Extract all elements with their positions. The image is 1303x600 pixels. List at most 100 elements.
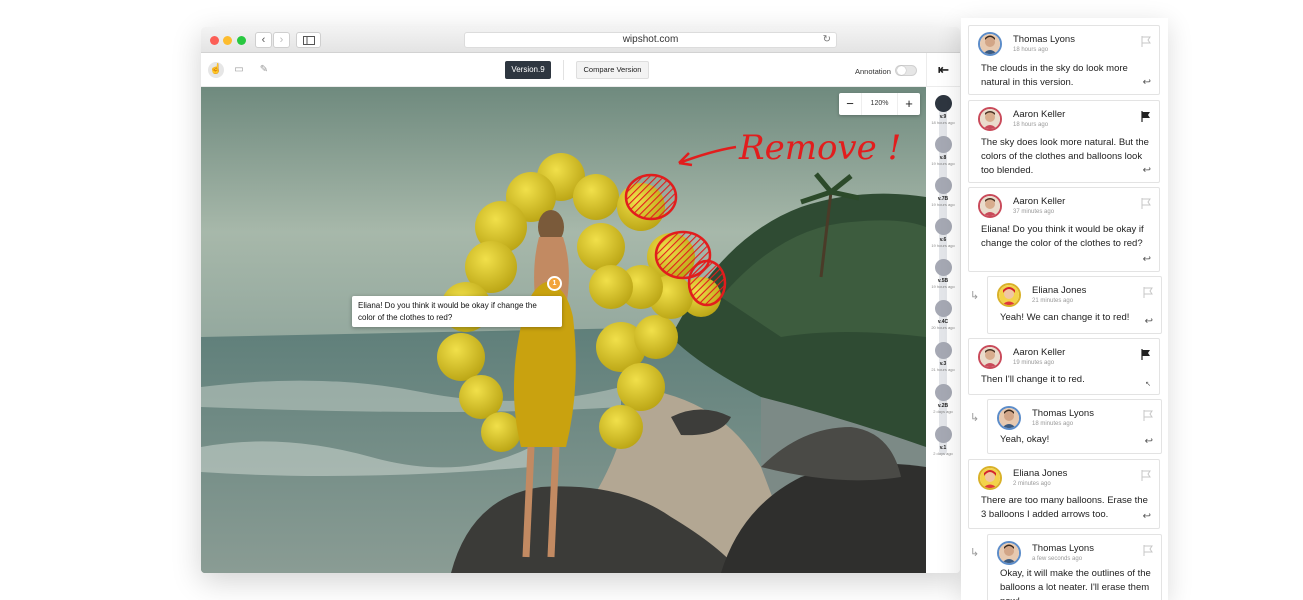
reply-card: Thomas Lyons 18 minutes ago Yeah, okay! … <box>987 399 1162 454</box>
flag-filled-icon[interactable] <box>1141 349 1151 360</box>
flag-outline-icon[interactable] <box>1143 545 1153 556</box>
comments-panel: Thomas Lyons 18 hours ago The clouds in … <box>961 18 1168 600</box>
comment-text: The sky does look more natural. But the … <box>981 137 1149 176</box>
version-item[interactable]: v.9 18 hours ago <box>926 95 960 125</box>
flag-outline-icon[interactable] <box>1141 36 1151 47</box>
comment-time: 2 minutes ago <box>1013 481 1051 487</box>
compare-version-button[interactable]: Compare Version <box>576 61 649 79</box>
reply-icon[interactable]: ↩ <box>1143 165 1151 176</box>
avatar <box>997 283 1021 307</box>
reload-icon[interactable]: ↻ <box>823 33 831 47</box>
reply-icon[interactable]: ↩ <box>1145 436 1153 447</box>
annotation-label: Annotation <box>855 67 891 76</box>
version-item[interactable]: v.3 21 hours ago <box>926 342 960 372</box>
version-item[interactable]: v.7B 19 hours ago <box>926 177 960 207</box>
minimize-window-button[interactable] <box>223 36 232 45</box>
zoom-control: − 120% + <box>839 93 920 115</box>
avatar <box>978 466 1002 490</box>
collapse-panel-icon[interactable]: ⇤ <box>926 53 960 87</box>
maximize-window-button[interactable] <box>237 36 246 45</box>
version-item[interactable]: v.8 19 hours ago <box>926 136 960 166</box>
comment-pin[interactable]: 1 <box>547 276 562 291</box>
comment-card: Thomas Lyons 18 hours ago The clouds in … <box>968 25 1160 95</box>
reply-icon[interactable]: ↩ <box>1145 316 1153 327</box>
toggle-knob <box>897 66 906 75</box>
comment-time: a few seconds ago <box>1032 556 1083 562</box>
annotation-toggle[interactable] <box>895 65 917 76</box>
avatar <box>978 32 1002 56</box>
close-window-button[interactable] <box>210 36 219 45</box>
flag-outline-icon[interactable] <box>1141 470 1151 481</box>
image-canvas[interactable]: Remove ! − 120% + 1 Eliana! Do you think… <box>201 87 926 573</box>
version-time: 20 hours ago <box>931 325 955 330</box>
comment-tool-icon[interactable]: ▭ <box>231 62 247 78</box>
brush-tool-icon[interactable]: ✎ <box>256 62 272 78</box>
version-item[interactable]: v.4C 20 hours ago <box>926 300 960 330</box>
version-item[interactable]: v.2B 2 days ago <box>926 384 960 414</box>
comment-card: Aaron Keller 37 minutes ago Eliana! Do y… <box>968 187 1160 272</box>
version-dot <box>934 384 952 401</box>
flag-outline-icon[interactable] <box>1143 410 1153 421</box>
zoom-in-button[interactable]: + <box>898 93 920 115</box>
comment-text: There are too many balloons. Erase the 3… <box>981 495 1148 520</box>
version-item[interactable]: v.5B 19 hours ago <box>926 259 960 289</box>
comment-author: Aaron Keller <box>1013 347 1066 358</box>
version-button[interactable]: Version.9 <box>505 61 551 79</box>
comment-author: Eliana Jones <box>1032 285 1087 296</box>
forward-button[interactable]: › <box>273 32 290 48</box>
pointer-tool-icon[interactable]: ☝ <box>208 62 224 78</box>
reply-card: Thomas Lyons a few seconds ago Okay, it … <box>987 534 1162 600</box>
flag-filled-icon[interactable] <box>1141 111 1151 122</box>
avatar <box>997 541 1021 565</box>
version-time: 19 hours ago <box>931 284 955 289</box>
url-text: wipshot.com <box>622 34 679 45</box>
comment-card: Aaron Keller 18 hours ago The sky does l… <box>968 100 1160 183</box>
comment-time: 18 minutes ago <box>1032 421 1074 427</box>
comment-text: Then I'll change it to red. <box>981 374 1085 385</box>
comment-time: 37 minutes ago <box>1013 209 1055 215</box>
sidebar-icon <box>303 36 315 45</box>
comment-text: Okay, it will make the outlines of the b… <box>1000 568 1151 600</box>
version-dot <box>934 342 952 359</box>
browser-window: ‹ › wipshot.com ↻ ☝ ▭ ✎ Version.9 Compar… <box>201 27 960 573</box>
comment-text: Yeah! We can change it to red! <box>1000 312 1130 323</box>
back-button[interactable]: ‹ <box>255 32 272 48</box>
reply-icon[interactable]: ↩ <box>1143 254 1151 265</box>
version-time: 2 days ago <box>933 451 953 456</box>
comment-author: Thomas Lyons <box>1013 34 1075 45</box>
version-item[interactable]: v.1 2 days ago <box>926 426 960 456</box>
comment-author: Thomas Lyons <box>1032 408 1094 419</box>
version-item[interactable]: v.6 19 hours ago <box>926 218 960 248</box>
annotation-text: Remove ! <box>738 128 901 168</box>
chevron-right-icon: › <box>279 34 284 46</box>
comment-card: Eliana Jones 2 minutes ago There are too… <box>968 459 1160 529</box>
reply-icon[interactable]: ↩ <box>1143 511 1151 522</box>
avatar <box>978 194 1002 218</box>
version-time: 19 hours ago <box>931 243 955 248</box>
flag-outline-icon[interactable] <box>1141 198 1151 209</box>
comment-time: 19 minutes ago <box>1013 360 1055 366</box>
sidebar-toggle-button[interactable] <box>296 32 321 48</box>
comment-text: The clouds in the sky do look more natur… <box>981 63 1128 88</box>
version-timeline: v.9 18 hours ago v.8 19 hours ago v.7B 19 h… <box>926 87 960 573</box>
version-time: 2 days ago <box>933 409 953 414</box>
comment-time: 21 minutes ago <box>1032 298 1074 304</box>
avatar <box>978 107 1002 131</box>
flag-outline-icon[interactable] <box>1143 287 1153 298</box>
address-bar[interactable]: wipshot.com ↻ <box>464 32 837 48</box>
version-time: 19 hours ago <box>931 202 955 207</box>
toolbar-divider <box>563 60 564 80</box>
zoom-out-button[interactable]: − <box>839 93 861 115</box>
version-dot <box>934 259 952 276</box>
comment-text: Eliana! Do you think it would be okay if… <box>981 224 1144 249</box>
zoom-level: 120% <box>861 93 898 115</box>
version-dot <box>934 426 952 443</box>
reply-icon[interactable]: ↩ <box>1143 77 1151 88</box>
browser-titlebar: ‹ › wipshot.com ↻ <box>201 27 960 53</box>
version-time: 19 hours ago <box>931 161 955 166</box>
avatar <box>997 406 1021 430</box>
chevron-left-icon: ‹ <box>261 34 266 46</box>
reply-card: Eliana Jones 21 minutes ago Yeah! We can… <box>987 276 1162 334</box>
comment-author: Thomas Lyons <box>1032 543 1094 554</box>
version-time: 18 hours ago <box>931 120 955 125</box>
